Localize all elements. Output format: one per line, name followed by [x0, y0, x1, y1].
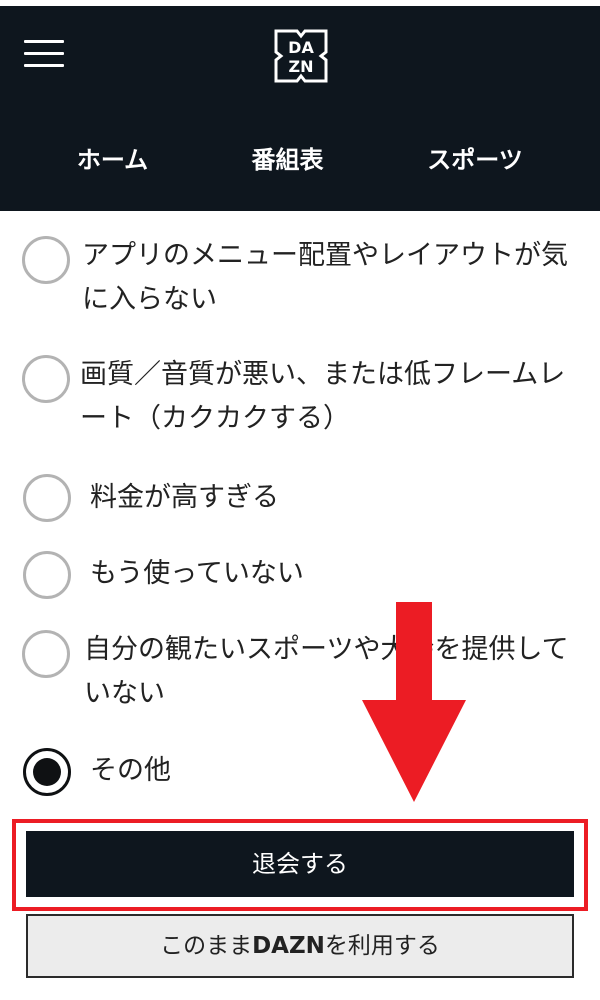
- logo-text-top: DA: [288, 38, 314, 57]
- continue-suffix: を利用する: [324, 933, 440, 959]
- app-header: DA ZN ホーム 番組表 スポーツ: [0, 0, 600, 211]
- nav-schedule[interactable]: 番組表: [205, 135, 370, 185]
- continue-prefix: このまま: [160, 933, 253, 959]
- reason-label: 自分の観たいスポーツや大会を提供していない: [84, 634, 569, 709]
- dazn-logo[interactable]: DA ZN: [273, 28, 329, 84]
- reason-option-content[interactable]: 自分の観たいスポーツや大会を提供していない: [0, 624, 600, 724]
- reason-label: その他: [90, 755, 171, 786]
- reason-label: もう使っていない: [90, 558, 304, 589]
- reason-label: 画質／音質が悪い、または低フレームレート（カクカクする）: [80, 359, 566, 434]
- reason-option-other[interactable]: その他: [0, 746, 600, 800]
- hamburger-menu-icon[interactable]: [24, 38, 66, 70]
- reason-option-price[interactable]: 料金が高すぎる: [0, 472, 600, 526]
- red-arrow-down-icon: [362, 602, 466, 802]
- radio-button-selected[interactable]: [23, 748, 71, 796]
- radio-button[interactable]: [22, 630, 70, 678]
- reason-option-quality[interactable]: 画質／音質が悪い、または低フレームレート（カクカクする）: [0, 345, 600, 445]
- radio-button[interactable]: [22, 236, 70, 284]
- radio-button[interactable]: [23, 474, 71, 522]
- reason-option-layout[interactable]: アプリのメニュー配置やレイアウトが気に入らない: [0, 228, 600, 328]
- radio-button[interactable]: [23, 551, 71, 599]
- radio-button[interactable]: [22, 355, 70, 403]
- reason-option-not-using[interactable]: もう使っていない: [0, 548, 600, 602]
- top-margin: [0, 0, 600, 6]
- reason-label: 料金が高すぎる: [90, 482, 279, 513]
- nav-home[interactable]: ホーム: [30, 135, 195, 185]
- reason-label: アプリのメニュー配置やレイアウトが気に入らない: [82, 240, 568, 315]
- cancel-membership-button[interactable]: 退会する: [26, 831, 574, 897]
- continue-using-button[interactable]: このままDAZNを利用する: [26, 914, 574, 978]
- nav-sports[interactable]: スポーツ: [385, 135, 565, 185]
- continue-brand: DAZN: [252, 933, 325, 959]
- main-nav: ホーム 番組表 スポーツ: [0, 135, 600, 185]
- logo-text-bottom: ZN: [289, 57, 314, 76]
